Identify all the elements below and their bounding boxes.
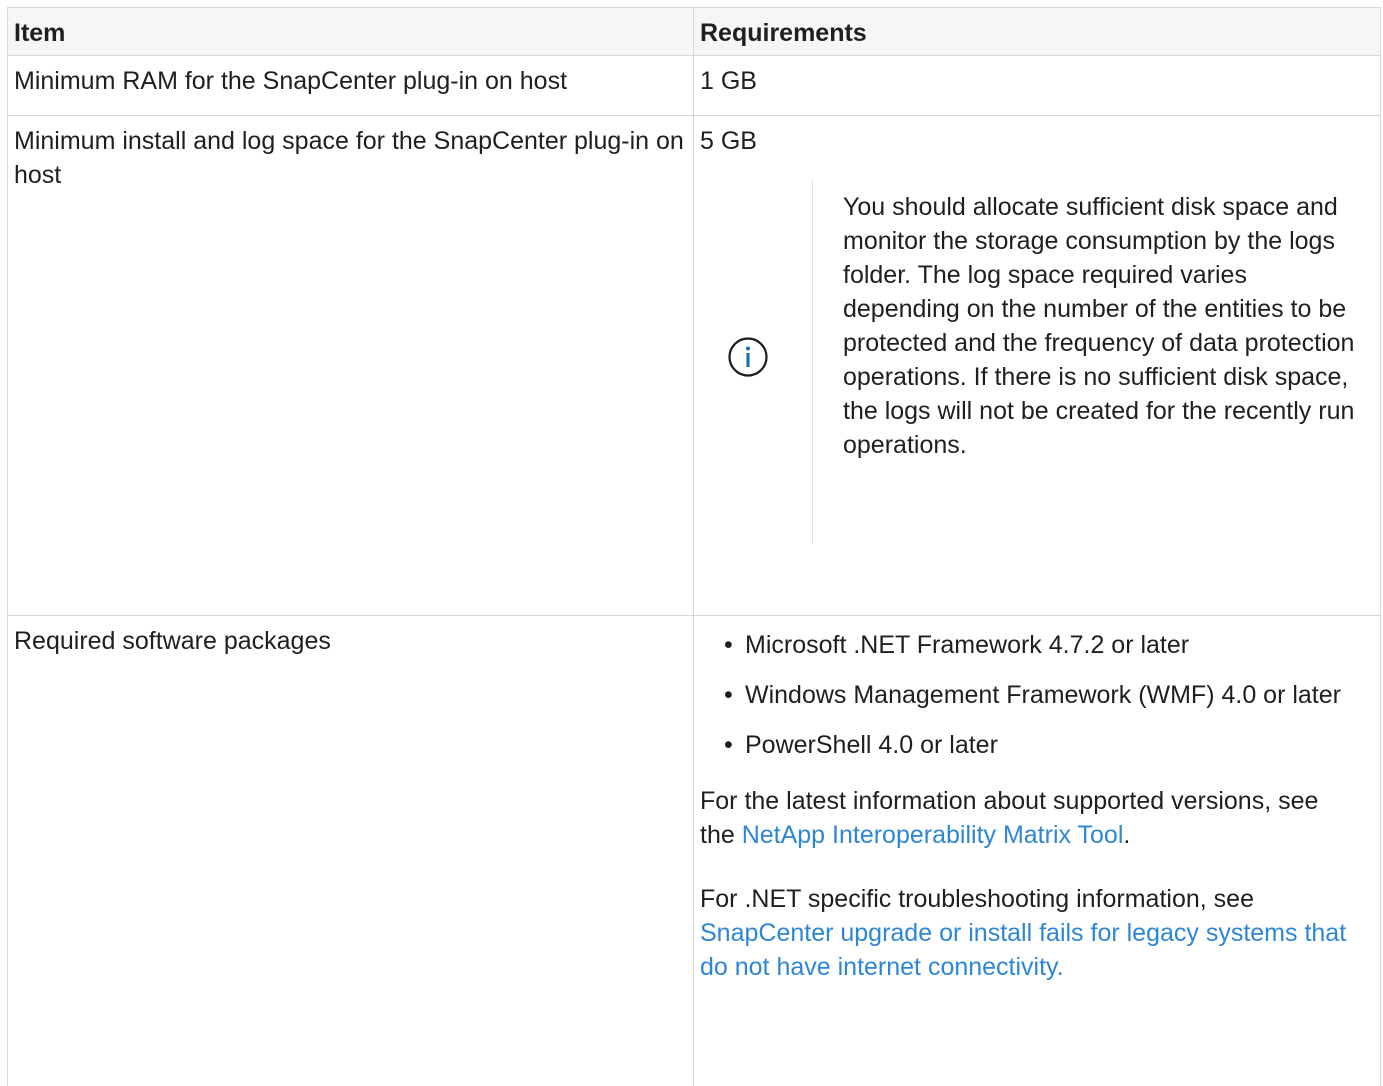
bullet-icon: •	[724, 631, 733, 659]
note-divider	[812, 180, 813, 544]
bullet-icon: •	[724, 681, 733, 709]
requirement-cell: 5 GB You should allocate sufficient disk…	[693, 115, 1381, 616]
item-cell: Minimum RAM for the SnapCenter plug-in o…	[7, 55, 694, 116]
item-text: Required software packages	[14, 627, 331, 655]
troubleshooting-link[interactable]: SnapCenter upgrade or install fails for …	[700, 919, 1346, 981]
list-item-text: Microsoft .NET Framework 4.7.2 or later	[745, 631, 1190, 659]
bullet-icon: •	[724, 731, 733, 759]
info-circle-icon	[728, 337, 768, 377]
requirement-cell: 1 GB	[693, 55, 1381, 116]
item-text: Minimum install and log space for the Sn…	[14, 127, 684, 189]
troubleshooting-paragraph: For .NET specific troubleshooting inform…	[700, 882, 1360, 984]
list-item-text: PowerShell 4.0 or later	[745, 731, 998, 759]
table-row: Minimum RAM for the SnapCenter plug-in o…	[7, 55, 1381, 116]
list-item: • PowerShell 4.0 or later	[700, 728, 1355, 762]
interoperability-paragraph: For the latest information about support…	[700, 784, 1360, 852]
table-row: Required software packages • Microsoft .N…	[7, 615, 1381, 1086]
table-row: Minimum install and log space for the Sn…	[7, 115, 1381, 616]
requirement-text: 5 GB	[700, 127, 757, 155]
list-item: • Microsoft .NET Framework 4.7.2 or later	[700, 628, 1355, 662]
column-header-item: Item	[7, 7, 694, 56]
list-item-text: Windows Management Framework (WMF) 4.0 o…	[745, 681, 1341, 709]
paragraph-text: For .NET specific troubleshooting inform…	[700, 885, 1254, 913]
paragraph-text: .	[1123, 821, 1131, 849]
item-text: Minimum RAM for the SnapCenter plug-in o…	[14, 67, 568, 95]
requirement-text: 1 GB	[700, 67, 757, 95]
interoperability-matrix-link[interactable]: NetApp Interoperability Matrix Tool	[742, 821, 1124, 849]
software-package-list: • Microsoft .NET Framework 4.7.2 or later…	[700, 628, 1374, 762]
list-item: • Windows Management Framework (WMF) 4.0 …	[700, 678, 1355, 712]
requirement-cell: • Microsoft .NET Framework 4.7.2 or later…	[693, 615, 1381, 1086]
note-text: You should allocate sufficient disk spac…	[843, 193, 1355, 459]
item-cell: Required software packages	[7, 615, 694, 1086]
requirements-table: Item Requirements Minimum RAM for the Sn…	[7, 7, 1381, 1086]
column-header-requirements: Requirements	[693, 7, 1381, 56]
info-note: You should allocate sufficient disk spac…	[700, 180, 1374, 544]
table-header-row: Item Requirements	[7, 7, 1381, 56]
item-cell: Minimum install and log space for the Sn…	[7, 115, 694, 616]
